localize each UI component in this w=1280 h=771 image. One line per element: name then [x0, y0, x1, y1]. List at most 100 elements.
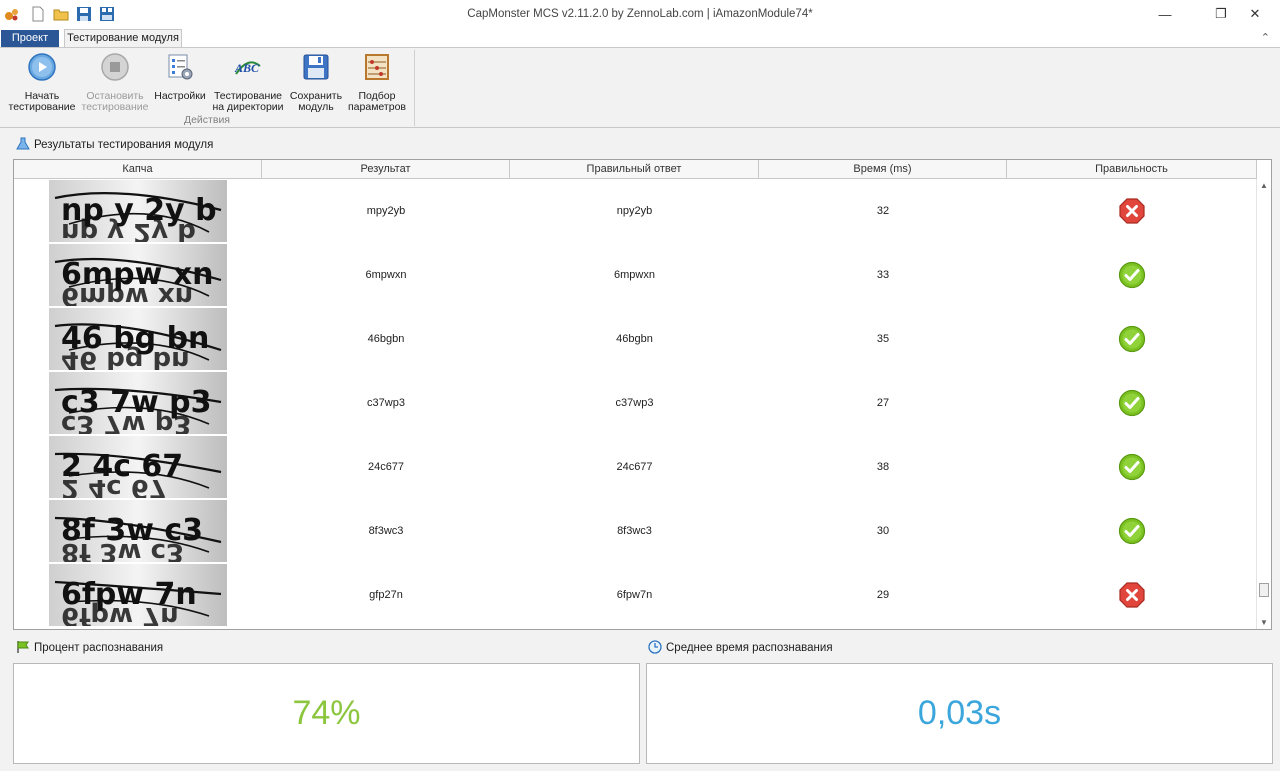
- captcha-image-cell: 6fpw 7n 6fpw 7n: [14, 563, 262, 627]
- captcha-image: 6mpw xn6mpw xn: [49, 244, 227, 306]
- settings-button[interactable]: Настройки: [152, 52, 208, 102]
- column-captcha[interactable]: Капча: [14, 160, 262, 178]
- table-row[interactable]: 6mpw xn 6mpw xn 6mpwxn 6mpwxn 33: [14, 243, 1257, 307]
- captcha-result-cell: 6mpwxn: [365, 269, 407, 281]
- table-row[interactable]: 6fpw 7n 6fpw 7n gfp27n 6fpw7n 29: [14, 563, 1257, 627]
- floppy-disk-icon: [303, 54, 329, 80]
- svg-text:ABC: ABC: [234, 61, 260, 75]
- scroll-up-icon[interactable]: ▲: [1257, 179, 1271, 193]
- flag-icon: [17, 641, 29, 653]
- settings-icon: [168, 54, 193, 80]
- captcha-result-cell: gfp27n: [369, 589, 403, 601]
- directory-testing-button[interactable]: ABC Тестирование на директории: [210, 52, 286, 113]
- captcha-image: 46 bg bn46 bg bn: [49, 308, 227, 370]
- average-time-value: 0,03s: [917, 694, 1002, 732]
- captcha-result-cell: mpy2yb: [366, 205, 406, 217]
- start-testing-label-2: тестирование: [8, 101, 76, 113]
- time-cell: 29: [876, 589, 890, 601]
- captcha-image-cell: 6mpw xn 6mpw xn: [14, 243, 262, 307]
- stop-testing-button[interactable]: Остановить тестирование: [79, 52, 151, 113]
- actions-group-label: Действия: [183, 114, 230, 126]
- captcha-image-cell: 8f 3w c3 8f 3w c3: [14, 499, 262, 563]
- time-cell: 33: [876, 269, 890, 281]
- save-module-label-2: модуль: [298, 101, 334, 113]
- error-icon: [1007, 197, 1257, 225]
- column-correct-answer[interactable]: Правильный ответ: [510, 160, 759, 178]
- start-testing-button[interactable]: Начать тестирование: [6, 52, 78, 113]
- captcha-result-cell: 24c677: [367, 461, 405, 473]
- correct-answer-cell: npy2yb: [616, 205, 653, 217]
- percent-section-header: Процент распознавания: [16, 640, 163, 654]
- column-correctness[interactable]: Правильность: [1007, 160, 1257, 178]
- app-window: CapMonster MCS v2.11.2.0 by ZennoLab.com…: [0, 0, 1280, 771]
- minimize-button[interactable]: —: [1142, 0, 1188, 28]
- captcha-image-cell: np y 2y b np y 2y b: [14, 179, 262, 243]
- main-area: Результаты тестирования модуля Капча Рез…: [0, 128, 1280, 771]
- table-header: Капча Результат Правильный ответ Время (…: [14, 160, 1257, 179]
- captcha-text: np y 2y b: [61, 193, 217, 228]
- captcha-result-cell: 8f3wc3: [368, 525, 404, 537]
- time-panel: 0,03s: [646, 663, 1273, 764]
- abacus-icon: [365, 54, 389, 80]
- parameter-selection-button[interactable]: Подбор параметров: [348, 52, 406, 113]
- stop-testing-label-2: тестирование: [81, 101, 149, 113]
- close-button[interactable]: ✕: [1232, 0, 1278, 28]
- ribbon-tabs: Проект Тестирование модуля ⌃: [0, 28, 1280, 48]
- captcha-image: np y 2y bnp y 2y b: [49, 180, 227, 242]
- correct-answer-cell: 46bgbn: [616, 333, 653, 345]
- results-section-header: Результаты тестирования модуля: [16, 137, 213, 151]
- captcha-result-cell: 46bgbn: [367, 333, 405, 345]
- ribbon-group-divider: [414, 50, 415, 126]
- captcha-image-cell: 2 4c 67 2 4c 67: [14, 435, 262, 499]
- time-cell: 30: [876, 525, 890, 537]
- correct-answer-cell: 8f3wc3: [617, 525, 652, 537]
- percent-panel: 74%: [13, 663, 640, 764]
- parameter-selection-label-2: параметров: [348, 101, 406, 113]
- title-bar: CapMonster MCS v2.11.2.0 by ZennoLab.com…: [0, 0, 1280, 28]
- percent-label: Процент распознавания: [34, 642, 164, 654]
- error-icon: [1007, 581, 1257, 609]
- time-cell: 35: [876, 333, 890, 345]
- check-icon: [1007, 453, 1257, 481]
- check-icon: [1007, 325, 1257, 353]
- table-row[interactable]: 8f 3w c3 8f 3w c3 8f3wc3 8f3wc3 30: [14, 499, 1257, 563]
- tab-project[interactable]: Проект: [1, 30, 59, 47]
- time-section-header: Среднее время распознавания: [648, 640, 833, 654]
- column-result[interactable]: Результат: [262, 160, 510, 178]
- check-icon: [1007, 261, 1257, 289]
- time-label: Среднее время распознавания: [666, 642, 833, 654]
- flask-icon: [16, 137, 30, 150]
- results-table[interactable]: Капча Результат Правильный ответ Время (…: [13, 159, 1272, 630]
- captcha-result-cell: c37wp3: [367, 397, 405, 409]
- table-row[interactable]: c3 7w p3 c3 7w p3 c37wp3 c37wp3 27: [14, 371, 1257, 435]
- column-time[interactable]: Время (ms): [759, 160, 1007, 178]
- correct-answer-cell: 6fpw7n: [616, 589, 653, 601]
- window-title: CapMonster MCS v2.11.2.0 by ZennoLab.com…: [467, 8, 813, 20]
- correct-answer-cell: 24c677: [616, 461, 653, 473]
- captcha-image: 6fpw 7n6fpw 7n: [49, 564, 227, 626]
- collapse-ribbon-icon[interactable]: ⌃: [1261, 31, 1270, 44]
- save-module-button[interactable]: Сохранить модуль: [288, 52, 344, 113]
- table-row[interactable]: 2 4c 67 2 4c 67 24c677 24c677 38: [14, 435, 1257, 499]
- table-row[interactable]: np y 2y b np y 2y b mpy2yb npy2yb 32: [14, 179, 1257, 243]
- time-cell: 38: [876, 461, 890, 473]
- captcha-image: 8f 3w c38f 3w c3: [49, 500, 227, 562]
- recognition-percent-value: 74%: [292, 694, 361, 732]
- vertical-scrollbar[interactable]: ▲ ▼: [1256, 179, 1271, 629]
- scroll-down-icon[interactable]: ▼: [1257, 616, 1271, 629]
- tab-module-testing[interactable]: Тестирование модуля: [64, 29, 182, 48]
- time-cell: 27: [876, 397, 890, 409]
- correct-answer-cell: 6mpwxn: [614, 269, 655, 281]
- check-icon: [1007, 517, 1257, 545]
- correct-answer-cell: c37wp3: [615, 397, 654, 409]
- results-title: Результаты тестирования модуля: [34, 139, 214, 151]
- captcha-image-cell: c3 7w p3 c3 7w p3: [14, 371, 262, 435]
- ribbon-panel: Начать тестирование Остановить тестирова…: [0, 47, 1280, 128]
- captcha-image: 2 4c 672 4c 67: [49, 436, 227, 498]
- table-row[interactable]: 46 bg bn 46 bg bn 46bgbn 46bgbn 35: [14, 307, 1257, 371]
- scrollbar-thumb[interactable]: [1259, 583, 1269, 597]
- check-icon: [1007, 389, 1257, 417]
- time-cell: 32: [876, 205, 890, 217]
- clock-icon: [648, 640, 662, 654]
- settings-label: Настройки: [154, 90, 206, 102]
